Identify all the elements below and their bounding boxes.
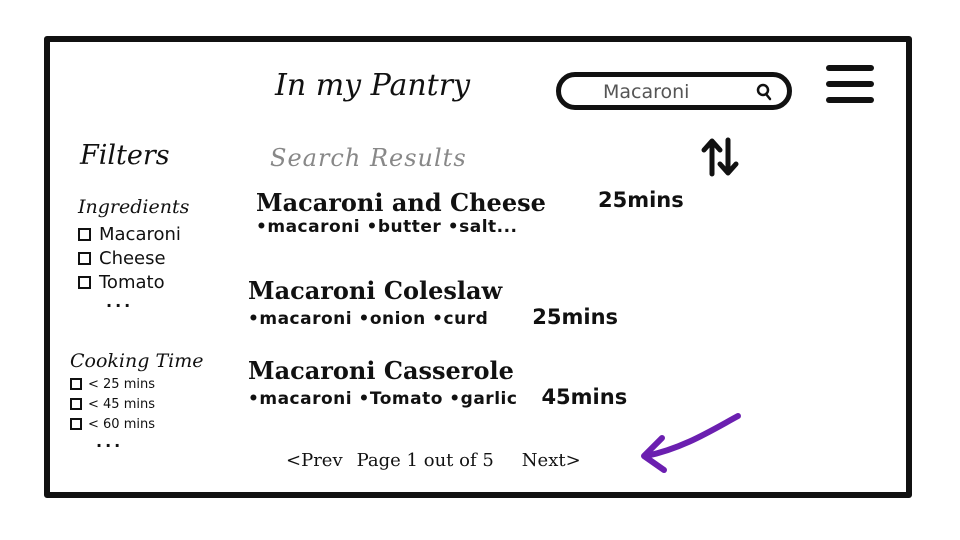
more-ingredients[interactable]: ... (78, 292, 189, 311)
next-page-link[interactable]: Next> (522, 450, 581, 471)
recipe-ingredients: •macaroni •Tomato •garlic (248, 389, 518, 409)
checkbox[interactable] (70, 378, 82, 390)
recipe-name[interactable]: Macaroni Coleslaw (248, 276, 618, 305)
cooking-time-title: Cooking Time (70, 350, 204, 372)
result-item[interactable]: Macaroni Casserole •macaroni •Tomato •ga… (248, 356, 627, 409)
sort-icon[interactable] (700, 136, 742, 178)
checkbox[interactable] (78, 227, 91, 241)
recipe-name[interactable]: Macaroni Casserole (248, 356, 627, 385)
pagination: <Prev Page 1 out of 5 Next> (286, 446, 581, 474)
more-cooking-times[interactable]: ... (70, 432, 203, 451)
checkbox[interactable] (70, 418, 82, 430)
results-title: Search Results (270, 144, 467, 172)
recipe-time: 25mins (532, 305, 619, 329)
ingredient-option[interactable]: Tomato (78, 270, 189, 294)
ingredients-title: Ingredients (78, 196, 190, 218)
recipe-ingredients: •macaroni •butter •salt... (256, 217, 518, 237)
prev-page-link[interactable]: <Prev (286, 450, 343, 471)
cooking-time-option[interactable]: < 60 mins (70, 414, 203, 434)
cooking-time-option[interactable]: < 45 mins (70, 394, 203, 414)
checkbox[interactable] (78, 251, 91, 265)
ingredient-option[interactable]: Macaroni (78, 222, 189, 246)
search-input[interactable] (601, 79, 755, 105)
annotation-arrow-icon (641, 413, 741, 473)
ingredients-filter: Ingredients Macaroni Cheese Tomato ... (78, 196, 189, 311)
menu-icon[interactable] (826, 65, 874, 105)
filters-title: Filters (80, 140, 170, 171)
search-icon[interactable] (755, 83, 773, 101)
checkbox[interactable] (78, 275, 91, 289)
app-title: In my Pantry (275, 68, 471, 103)
page-indicator: Page 1 out of 5 (356, 449, 494, 471)
recipe-name[interactable]: Macaroni and Cheese (256, 188, 546, 217)
result-item[interactable]: Macaroni Coleslaw •macaroni •onion •curd… (248, 276, 618, 329)
cooking-time-filter: Cooking Time < 25 mins < 45 mins < 60 mi… (70, 350, 203, 451)
result-item[interactable]: Macaroni and Cheese 25mins •macaroni •bu… (256, 188, 684, 237)
recipe-ingredients: •macaroni •onion •curd (248, 309, 489, 329)
search-bar[interactable] (556, 72, 792, 110)
checkbox[interactable] (70, 398, 82, 410)
recipe-time: 45mins (541, 385, 628, 409)
cooking-time-option[interactable]: < 25 mins (70, 374, 203, 394)
ingredient-option[interactable]: Cheese (78, 246, 189, 270)
recipe-time: 25mins (598, 188, 684, 212)
